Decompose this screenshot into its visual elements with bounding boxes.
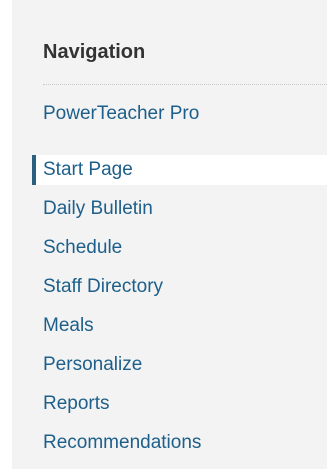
left-gutter [0, 0, 12, 469]
nav-item-schedule[interactable]: Schedule [32, 233, 327, 263]
nav-link-daily-bulletin[interactable]: Daily Bulletin [43, 197, 153, 221]
heading-divider [43, 84, 327, 85]
nav-item-reports[interactable]: Reports [32, 389, 327, 419]
nav-link-start-page[interactable]: Start Page [43, 158, 133, 182]
nav-link-reports[interactable]: Reports [43, 392, 110, 416]
nav-link-meals[interactable]: Meals [43, 314, 94, 338]
nav-item-staff-directory[interactable]: Staff Directory [32, 272, 327, 302]
navigation-sidebar: Navigation PowerTeacher Pro Start Page D… [12, 0, 327, 469]
nav-item-daily-bulletin[interactable]: Daily Bulletin [32, 194, 327, 224]
nav-link-personalize[interactable]: Personalize [43, 353, 142, 377]
nav-link-recommendations[interactable]: Recommendations [43, 431, 201, 455]
nav-link-staff-directory[interactable]: Staff Directory [43, 275, 163, 299]
nav-link-schedule[interactable]: Schedule [43, 236, 122, 260]
navigation-heading: Navigation [43, 41, 146, 63]
powerteacher-pro-link[interactable]: PowerTeacher Pro [43, 102, 199, 126]
nav-item-recommendations[interactable]: Recommendations [32, 428, 327, 458]
nav-item-meals[interactable]: Meals [32, 311, 327, 341]
nav-item-start-page[interactable]: Start Page [32, 155, 327, 185]
nav-item-personalize[interactable]: Personalize [32, 350, 327, 380]
